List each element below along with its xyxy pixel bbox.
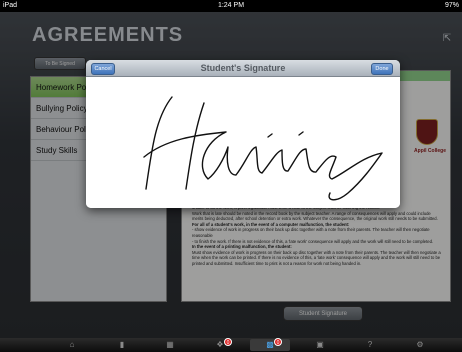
- tab-calendar[interactable]: ▦: [150, 339, 190, 351]
- notification-badge: 0: [274, 338, 282, 346]
- calendar-icon: ▦: [166, 340, 174, 349]
- modal-header: Student's Signature Cancel Done: [86, 60, 400, 77]
- home-icon: ⌂: [69, 340, 75, 349]
- tab-agreements[interactable]: ▩ 0: [250, 338, 290, 351]
- tab-settings[interactable]: ⚙: [400, 339, 440, 351]
- cancel-button[interactable]: Cancel: [91, 63, 115, 75]
- tab-help[interactable]: ?: [350, 339, 390, 351]
- signature-stroke: [143, 96, 383, 201]
- tab-documents[interactable]: ▮: [102, 339, 142, 351]
- notification-badge: 0: [224, 338, 232, 346]
- tab-media[interactable]: ▣: [300, 339, 340, 351]
- clock: 1:24 PM: [217, 2, 245, 9]
- tab-messages[interactable]: ❖ 0: [200, 338, 240, 351]
- media-icon: ▣: [316, 340, 324, 349]
- tab-home[interactable]: ⌂: [52, 339, 92, 351]
- done-button[interactable]: Done: [371, 63, 393, 75]
- signature-modal: Student's Signature Cancel Done: [86, 60, 400, 208]
- modal-title: Student's Signature: [200, 63, 286, 73]
- battery-level: 97%: [444, 2, 459, 9]
- agreements-icon: ▩: [266, 340, 274, 349]
- tab-bar: ⌂ ▮ ▦ ❖ 0 ▩ 0 ▣ ? ⚙: [0, 338, 462, 352]
- document-icon: ▮: [119, 340, 125, 349]
- broadcast-icon: ❖: [216, 340, 224, 349]
- gear-icon: ⚙: [416, 340, 424, 349]
- help-icon: ?: [367, 340, 373, 349]
- signature-canvas[interactable]: [86, 77, 400, 208]
- status-bar: iPad 1:24 PM 97%: [0, 0, 462, 12]
